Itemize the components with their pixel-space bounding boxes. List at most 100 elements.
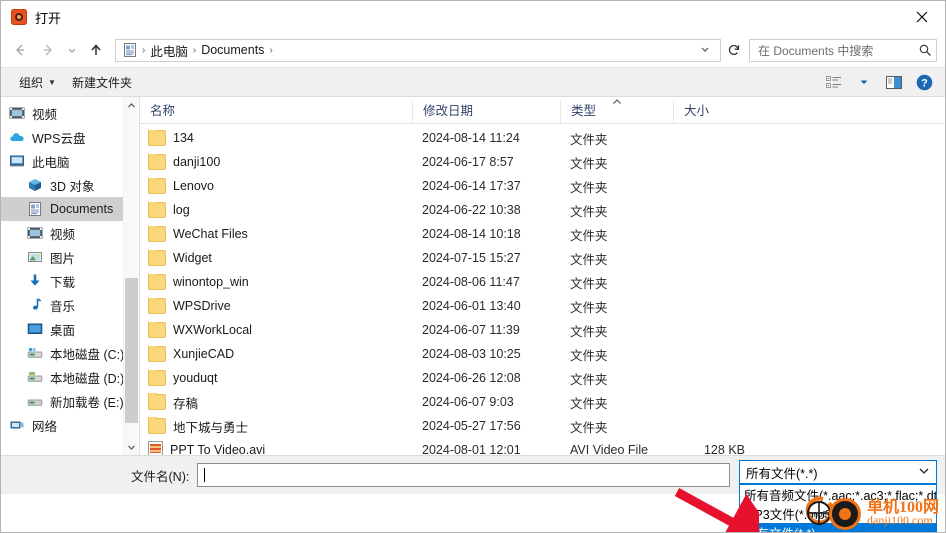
column-header-type[interactable]: 类型 <box>560 99 673 123</box>
sidebar-item-drive-e[interactable]: 新加载卷 (E:) <box>1 389 139 413</box>
sidebar-item-network[interactable]: 网络 <box>1 413 139 437</box>
sidebar-item-label: 图片 <box>50 251 76 266</box>
video-icon <box>9 105 25 121</box>
breadcrumb-item-1[interactable]: Documents <box>197 43 268 57</box>
file-name-label: youduqt <box>173 371 218 385</box>
filename-input[interactable] <box>197 463 731 487</box>
breadcrumb-item-0[interactable]: 此电脑 <box>146 41 192 60</box>
table-row[interactable]: youduqt 2024-06-26 12:08 文件夹 <box>140 366 945 390</box>
folder-icon <box>148 154 166 170</box>
sidebar-scroll-down-button[interactable] <box>124 439 139 455</box>
avi-file-icon <box>148 441 163 455</box>
sidebar-item-drive-c[interactable]: 本地磁盘 (C:) <box>1 341 139 365</box>
sidebar-item-wps-cloud[interactable]: WPS云盘 <box>1 125 139 149</box>
preview-pane-button[interactable] <box>881 71 907 93</box>
sidebar-item-3d-objects[interactable]: 3D 对象 <box>1 173 139 197</box>
folder-icon <box>148 130 166 146</box>
table-row[interactable]: XunjieCAD 2024-08-03 10:25 文件夹 <box>140 342 945 366</box>
file-rows-container: 134 2024-08-14 11:24 文件夹 danji100 2024-06-17… <box>140 124 945 455</box>
filetype-option[interactable]: 所有音频文件(*.aac;*.ac3;*.flac;*.dts; <box>740 485 936 504</box>
sidebar-item-this-pc[interactable]: 此电脑 <box>1 149 139 173</box>
file-type-cell: 文件夹 <box>570 324 608 339</box>
organize-button[interactable]: 组织 ▼ <box>11 71 64 93</box>
file-name-label: winontop_win <box>173 275 249 289</box>
up-button[interactable] <box>83 37 109 63</box>
table-row[interactable]: WXWorkLocal 2024-06-07 11:39 文件夹 <box>140 318 945 342</box>
file-name-cell: WPSDrive <box>140 298 412 314</box>
sidebar-item-music[interactable]: 音乐 <box>1 293 139 317</box>
sidebar-scroll-up-button[interactable] <box>124 97 139 113</box>
close-button[interactable] <box>899 1 945 32</box>
filetype-option[interactable]: 所有文件(*.*) <box>740 523 936 532</box>
computer-icon <box>9 153 25 169</box>
file-type-cell: 文件夹 <box>570 396 608 411</box>
table-row[interactable]: WeChat Files 2024-08-14 10:18 文件夹 <box>140 222 945 246</box>
sidebar-item-pictures[interactable]: 图片 <box>1 245 139 269</box>
sidebar-item-documents[interactable]: Documents <box>1 197 139 221</box>
sidebar-item-videos[interactable]: 视频 <box>1 221 139 245</box>
sort-ascending-icon <box>612 97 622 107</box>
filetype-dropdown-list[interactable]: 所有音频文件(*.aac;*.ac3;*.flac;*.dts; MP3文件(*.… <box>739 484 937 532</box>
video-icon <box>27 225 43 241</box>
table-row[interactable]: log 2024-06-22 10:38 文件夹 <box>140 198 945 222</box>
folder-icon <box>148 392 166 410</box>
sidebar-item-desktop[interactable]: 桌面 <box>1 317 139 341</box>
search-input[interactable]: 在 Documents 中搜索 <box>758 42 918 59</box>
breadcrumb-bar[interactable]: › 此电脑 › Documents › <box>115 38 721 62</box>
recent-locations-button[interactable] <box>63 37 81 63</box>
file-type-cell: 文件夹 <box>570 300 608 315</box>
sidebar-scrollbar[interactable] <box>123 97 139 455</box>
documents-icon <box>122 42 138 58</box>
new-folder-button[interactable]: 新建文件夹 <box>64 71 140 93</box>
table-row[interactable]: Lenovo 2024-06-14 17:37 文件夹 <box>140 174 945 198</box>
table-row[interactable]: danji100 2024-06-17 8:57 文件夹 <box>140 150 945 174</box>
pictures-icon <box>27 249 43 265</box>
refresh-button[interactable] <box>723 39 745 62</box>
command-toolbar: 组织 ▼ 新建文件夹 ? <box>1 67 945 97</box>
file-name-label: Widget <box>173 251 212 265</box>
sidebar-item-drive-d[interactable]: 本地磁盘 (D:) <box>1 365 139 389</box>
table-row[interactable]: 134 2024-08-14 11:24 文件夹 <box>140 126 945 150</box>
breadcrumb-dropdown-icon[interactable] <box>694 44 716 57</box>
desktop-icon <box>27 321 43 337</box>
table-row[interactable]: WPSDrive 2024-06-01 13:40 文件夹 <box>140 294 945 318</box>
view-options-button[interactable] <box>821 71 847 93</box>
column-header-name[interactable]: 名称 <box>140 101 412 123</box>
table-row[interactable]: 地下城与勇士 2024-05-27 17:56 文件夹 <box>140 414 945 438</box>
view-options-caret[interactable] <box>851 71 877 93</box>
table-row[interactable]: Widget 2024-07-15 15:27 文件夹 <box>140 246 945 270</box>
forward-button[interactable] <box>35 37 61 63</box>
back-button[interactable] <box>7 37 33 63</box>
sidebar-item-downloads[interactable]: 下载 <box>1 269 139 293</box>
chevron-down-icon[interactable] <box>918 466 930 479</box>
sidebar-scroll-thumb[interactable] <box>125 278 138 423</box>
sidebar-scroll-track[interactable] <box>124 113 139 439</box>
file-name-label: danji100 <box>173 155 221 169</box>
file-date-cell: 2024-06-07 9:03 <box>422 395 514 409</box>
file-type-cell: 文件夹 <box>570 252 608 267</box>
table-row[interactable]: PPT To Video.avi 2024-08-01 12:01 AVI Vide… <box>140 438 945 455</box>
filetype-option[interactable]: MP3文件(*.mp3) <box>740 504 936 523</box>
network-icon <box>9 417 25 433</box>
filetype-combobox[interactable]: 所有文件(*.*) <box>739 460 937 484</box>
file-name-label: XunjieCAD <box>173 347 235 361</box>
column-header-date[interactable]: 修改日期 <box>412 101 560 123</box>
file-name-cell: PPT To Video.avi <box>140 441 412 455</box>
file-type-cell: AVI Video File <box>570 443 649 455</box>
new-folder-label: 新建文件夹 <box>71 75 132 90</box>
column-header-size[interactable]: 大小 <box>673 101 753 123</box>
sidebar-item-label: 音乐 <box>50 299 76 314</box>
list-view-icon <box>825 75 841 88</box>
sidebar-item-videos-quick[interactable]: 视频 <box>1 101 139 125</box>
drive-e-icon <box>27 393 43 409</box>
close-icon <box>916 11 928 22</box>
help-button[interactable]: ? <box>911 71 937 93</box>
file-size-cell: 128 KB <box>703 443 745 455</box>
table-row[interactable]: 存稿 2024-06-07 9:03 文件夹 <box>140 390 945 414</box>
title-bar: 打开 <box>1 1 945 33</box>
search-box[interactable]: 在 Documents 中搜索 <box>749 38 937 62</box>
sidebar-item-label: 本地磁盘 (D:) <box>50 371 125 386</box>
table-row[interactable]: winontop_win 2024-08-06 11:47 文件夹 <box>140 270 945 294</box>
file-date-cell: 2024-06-14 17:37 <box>422 179 521 193</box>
music-icon <box>27 297 43 313</box>
